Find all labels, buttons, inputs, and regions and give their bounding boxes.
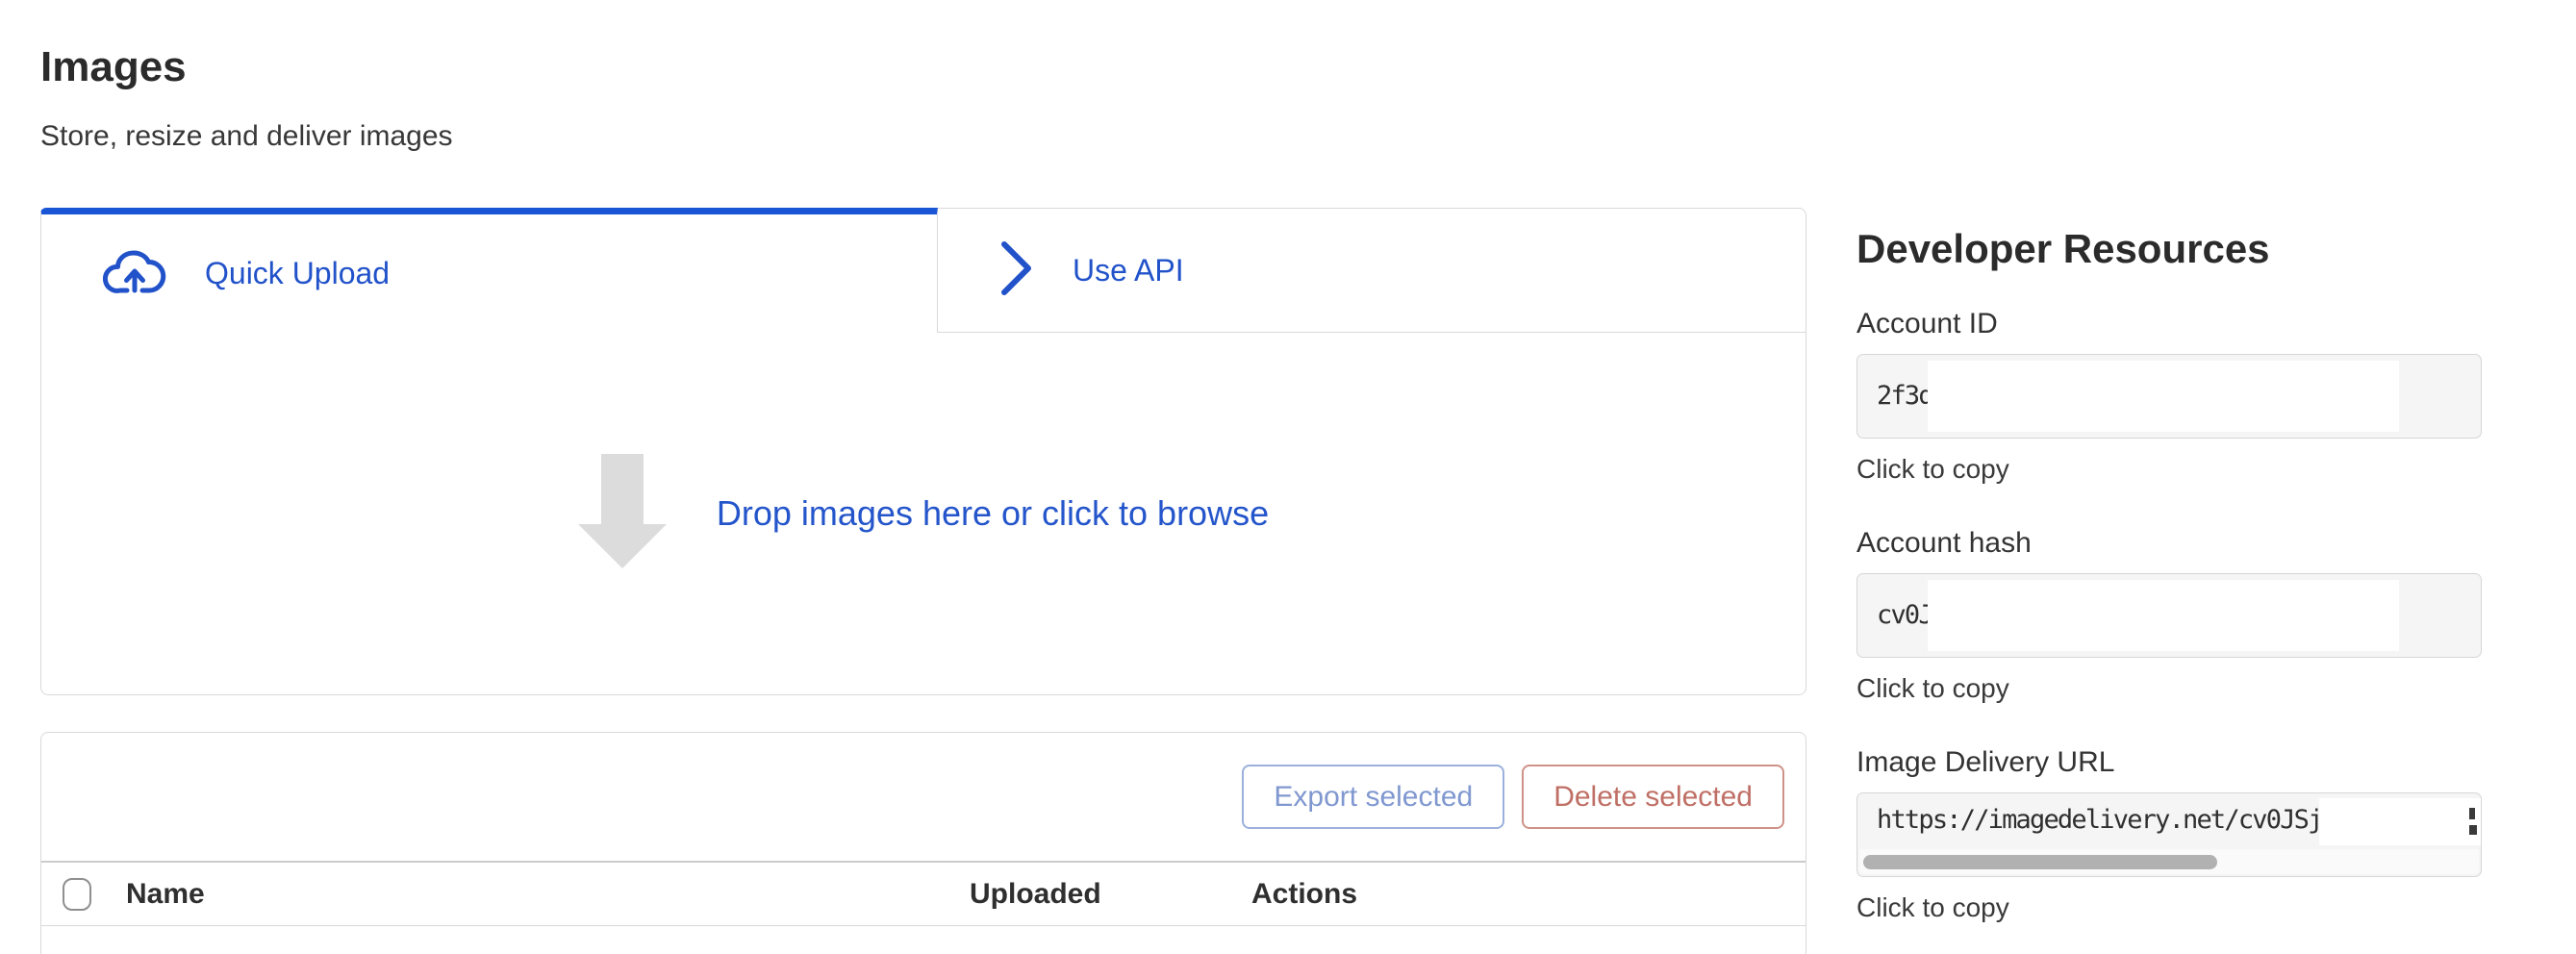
tab-use-api-label: Use API: [1073, 253, 1184, 289]
delete-selected-button[interactable]: Delete selected: [1522, 765, 1784, 829]
chevron-right-icon: [999, 239, 1034, 302]
account-id-copy-helper: Click to copy: [1856, 454, 2484, 485]
export-selected-button[interactable]: Export selected: [1242, 765, 1504, 829]
image-delivery-url-value: https://imagedelivery.net/cv0JSj: [1877, 793, 2322, 847]
tab-quick-upload-label: Quick Upload: [205, 256, 390, 291]
image-delivery-url-copy-field[interactable]: https://imagedelivery.net/cv0JSj: [1856, 792, 2482, 877]
table-header-row: Name Uploaded Actions: [41, 863, 1806, 926]
dropzone-content: Drop images here or click to browse: [578, 454, 1269, 574]
image-dropzone[interactable]: Drop images here or click to browse: [40, 333, 1806, 695]
list-toolbar: Export selected Delete selected: [41, 733, 1806, 861]
column-header-uploaded: Uploaded: [970, 878, 1101, 911]
column-header-actions: Actions: [1251, 878, 1357, 911]
upload-tabs: Quick Upload Use API: [40, 208, 1806, 333]
cloud-upload-icon: [103, 244, 166, 303]
image-delivery-url-copy-helper: Click to copy: [1856, 892, 2484, 923]
horizontal-scrollbar-thumb[interactable]: [1863, 855, 2217, 869]
select-all-checkbox[interactable]: [63, 878, 91, 911]
redaction-overlay: [2319, 798, 2481, 845]
redaction-overlay: [1928, 580, 2399, 651]
images-page: Images Store, resize and deliver images …: [0, 0, 2576, 954]
horizontal-scrollbar-track: [1859, 849, 2479, 874]
account-hash-copy-field[interactable]: cv0J: [1856, 573, 2482, 658]
image-list-card: Export selected Delete selected Name Upl…: [40, 732, 1806, 954]
main-column: Images Store, resize and deliver images …: [40, 0, 1806, 954]
table-empty-area: [41, 926, 1806, 954]
column-header-name: Name: [126, 878, 205, 911]
redaction-overlay: [1928, 361, 2399, 432]
redacted-char-fragment: [2467, 806, 2475, 839]
account-hash-label: Account hash: [1856, 527, 2484, 560]
account-id-copy-field[interactable]: 2f3d: [1856, 354, 2482, 439]
account-hash-value: cv0J: [1877, 574, 1932, 657]
page-title: Images: [40, 44, 1806, 90]
developer-resources-heading: Developer Resources: [1856, 229, 2484, 269]
account-hash-copy-helper: Click to copy: [1856, 673, 2484, 704]
arrow-down-icon: [578, 454, 667, 574]
dropzone-text: Drop images here or click to browse: [717, 493, 1269, 534]
account-id-value: 2f3d: [1877, 355, 1932, 438]
image-delivery-url-label: Image Delivery URL: [1856, 746, 2484, 779]
developer-resources-panel: Developer Resources Account ID 2f3d Clic…: [1856, 0, 2484, 923]
tab-quick-upload[interactable]: Quick Upload: [40, 208, 938, 333]
page-subtitle: Store, resize and deliver images: [40, 119, 1806, 154]
tab-use-api[interactable]: Use API: [938, 208, 1806, 333]
account-id-label: Account ID: [1856, 308, 2484, 340]
